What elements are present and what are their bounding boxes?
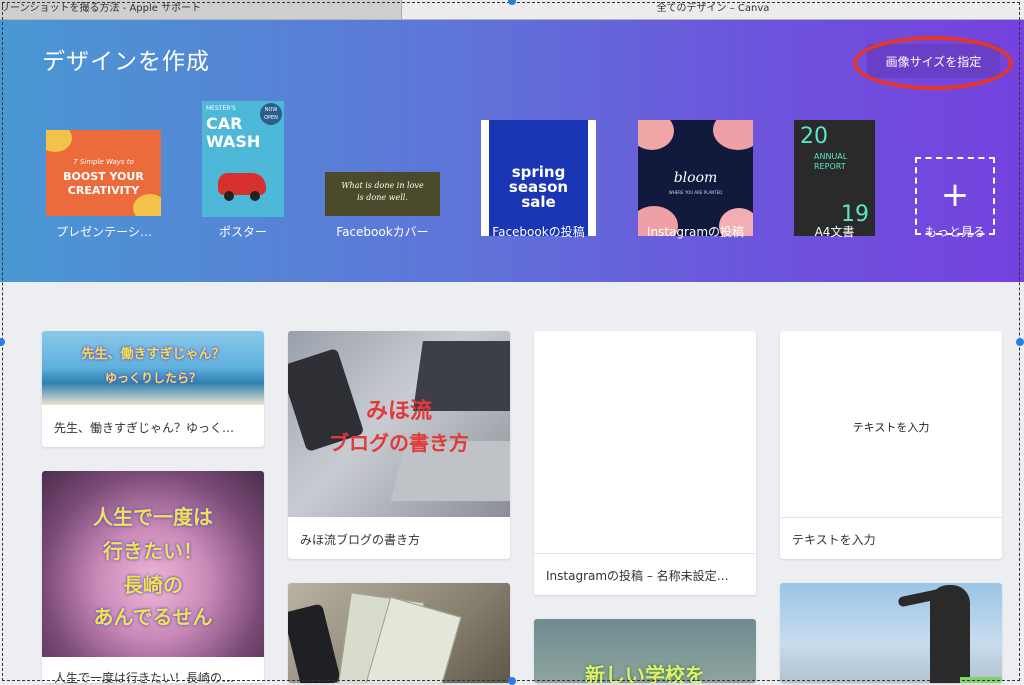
- custom-size-button[interactable]: 画像サイズを指定: [867, 44, 1000, 78]
- template-fbcover-text: is done well.: [357, 193, 408, 202]
- resize-handle[interactable]: [0, 338, 5, 346]
- template-facebook-cover[interactable]: What is done in love is done well.: [325, 172, 440, 216]
- design-thumbnail-text: 先生、働きすぎじゃん？: [81, 347, 225, 362]
- template-poster-text: NOW: [264, 107, 278, 113]
- design-thumbnail-text: 長崎の: [123, 573, 183, 597]
- template-insta-text: bloom: [673, 170, 718, 186]
- template-label-facebook-cover[interactable]: Facebookカバー: [315, 223, 450, 240]
- template-label-poster[interactable]: ポスター: [183, 223, 303, 240]
- resize-handle[interactable]: [508, 677, 516, 685]
- design-thumbnail-text: 行きたい！: [103, 539, 203, 563]
- template-a4-text: 20: [800, 124, 828, 149]
- design-card[interactable]: [288, 583, 510, 683]
- design-card[interactable]: テキストを入力 テキストを入力: [780, 331, 1002, 559]
- template-poster[interactable]: MESTER'S NOW OPEN CAR WASH: [202, 101, 284, 217]
- browser-tab-canva[interactable]: 全てのデザイン – Canva: [402, 0, 1024, 19]
- design-thumbnail-text: ブログの書き方: [329, 431, 469, 455]
- template-presentation-text: 7 Simple Ways to: [73, 158, 134, 166]
- design-thumbnail: 先生、働きすぎじゃん？ ゆっくりしたら？: [42, 331, 264, 405]
- design-thumbnail: 人生で一度は 行きたい！ 長崎の あんでるせん: [42, 471, 264, 657]
- template-a4-line: ANNUAL: [814, 152, 848, 161]
- template-fbpost-text: spring season sale: [489, 165, 588, 210]
- design-thumbnail-text: 人生で一度は: [93, 505, 213, 529]
- template-poster-text: MESTER'S: [206, 105, 236, 112]
- design-card[interactable]: みほ流 ブログの書き方 みほ流ブログの書き方: [288, 331, 510, 559]
- template-label-more[interactable]: もっと見る: [910, 223, 1000, 240]
- phone-illustration: [288, 603, 342, 683]
- resize-handle[interactable]: [1016, 338, 1024, 346]
- template-fbcover-text: What is done in love: [341, 181, 424, 190]
- design-thumbnail: [780, 583, 1002, 683]
- page-title: デザインを作成: [42, 49, 210, 75]
- flower-decoration: [713, 120, 753, 150]
- design-card[interactable]: 新しい学校を: [534, 619, 756, 683]
- car-wheel: [224, 191, 234, 201]
- green-accent: [960, 677, 1002, 683]
- design-title: 人生で一度は行きたい！長崎の…: [54, 671, 235, 683]
- template-label-instagram-post[interactable]: Instagramの投稿: [625, 223, 766, 240]
- template-a4-document[interactable]: 20 ANNUAL REPORT 19: [794, 120, 875, 236]
- template-presentation-text: CREATIVITY: [67, 184, 140, 197]
- design-thumbnail-text: テキストを入力: [852, 421, 930, 434]
- design-card[interactable]: 先生、働きすぎじゃん？ ゆっくりしたら？ 先生、働きすぎじゃん？ゆっく…: [42, 331, 264, 447]
- plus-icon: +: [940, 175, 970, 215]
- car-wheel: [250, 191, 260, 201]
- design-title: 先生、働きすぎじゃん？ゆっく…: [54, 421, 235, 435]
- template-fbpost-line: sale: [521, 193, 556, 211]
- template-poster-text: WASH: [206, 132, 261, 151]
- template-label-a4[interactable]: A4文書: [788, 223, 881, 240]
- design-thumbnail: 新しい学校を: [534, 619, 756, 683]
- template-poster-text: OPEN: [264, 115, 278, 121]
- template-presentation[interactable]: 7 Simple Ways to BOOST YOUR CREATIVITY: [46, 130, 161, 216]
- template-instagram-post[interactable]: bloom WHERE YOU ARE PLANTED: [638, 120, 753, 236]
- template-poster-text: CAR: [206, 114, 243, 133]
- template-poster-badge: NOW OPEN: [260, 103, 282, 125]
- design-thumbnail-text: 新しい学校を: [585, 663, 705, 683]
- design-thumbnail-text: あんでるせん: [93, 605, 213, 629]
- design-thumbnail: テキストを入力: [780, 331, 1002, 518]
- design-title: Instagramの投稿 – 名称未設定…: [546, 569, 729, 583]
- flower-decoration: [638, 120, 674, 150]
- template-label-presentation[interactable]: プレゼンテーシ…: [48, 223, 160, 240]
- design-card[interactable]: Instagramの投稿 – 名称未設定…: [534, 331, 756, 595]
- template-facebook-post[interactable]: spring season sale: [481, 120, 596, 236]
- template-presentation-text: BOOST YOUR: [63, 170, 144, 183]
- design-title: みほ流ブログの書き方: [300, 533, 421, 547]
- template-a4-text: ANNUAL REPORT: [814, 152, 847, 172]
- template-label-facebook-post[interactable]: Facebookの投稿: [470, 223, 607, 240]
- design-thumbnail: [288, 583, 510, 683]
- template-insta-text: WHERE YOU ARE PLANTED: [668, 190, 723, 195]
- design-thumbnail-text: ゆっくりしたら？: [104, 371, 201, 385]
- design-title: テキストを入力: [792, 533, 876, 547]
- template-a4-line: REPORT: [814, 162, 846, 171]
- create-design-header: デザインを作成 画像サイズを指定 7 Simple Ways to BOOST …: [0, 20, 1024, 282]
- design-thumbnail: みほ流 ブログの書き方: [288, 331, 510, 517]
- design-card[interactable]: 人生で一度は 行きたい！ 長崎の あんでるせん 人生で一度は行きたい！長崎の…: [42, 471, 264, 683]
- design-thumbnail-text: みほ流: [365, 399, 432, 424]
- browser-tab-apple-support[interactable]: リーンショットを撮る方法 - Apple サポート: [0, 0, 402, 19]
- design-thumbnail: [534, 331, 756, 554]
- design-card[interactable]: [780, 583, 1002, 683]
